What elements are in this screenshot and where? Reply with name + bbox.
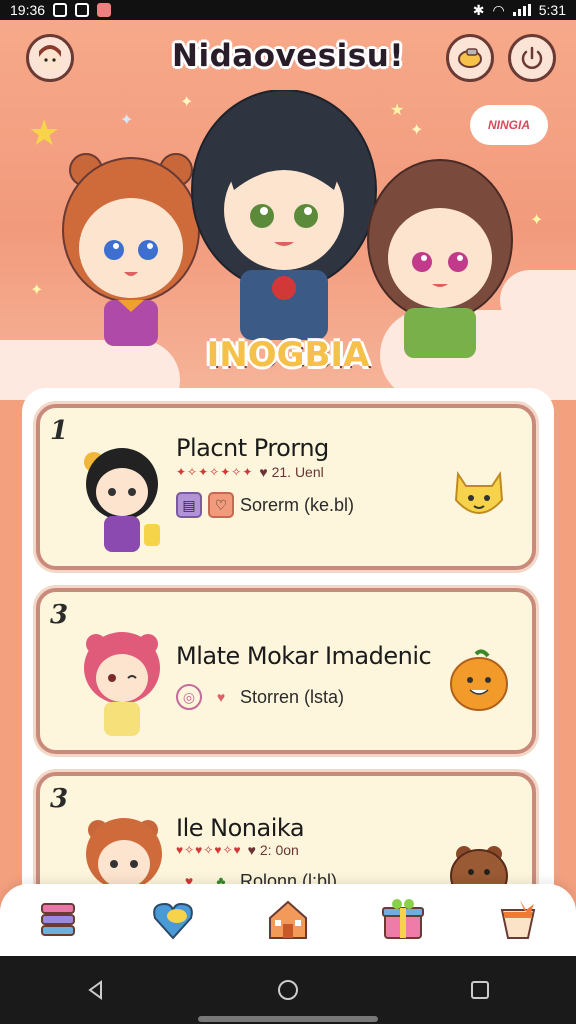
power-icon	[521, 46, 543, 69]
group-name: INOGBIA	[206, 335, 370, 375]
star-icon: ✦	[530, 212, 544, 229]
nav-gift-button[interactable]	[378, 895, 428, 945]
signal-icon	[512, 4, 531, 16]
header-scene: ★ ✦ ✦ ★ ✦ ✦ ✦ Nidaovesisu! NINGIA INOGBI…	[0, 20, 576, 400]
nav-home-button[interactable]	[263, 895, 313, 945]
notification-icon-3	[97, 3, 112, 17]
coin-icon	[458, 48, 482, 68]
item-title: Placnt Prorng	[176, 434, 329, 462]
nav-stack-button[interactable]	[33, 895, 83, 945]
ring-icon: ◎	[176, 684, 202, 710]
item-subline: ♥✧♥✧♥✧♥ ♥ 2: 0on	[176, 842, 299, 858]
bottom-nav	[0, 884, 576, 956]
cat-mascot-icon	[454, 471, 504, 514]
back-icon[interactable]	[84, 978, 108, 1002]
profile-avatar-button[interactable]	[26, 34, 74, 82]
item-title: Ile Nonaika	[176, 814, 305, 842]
item-tag-text: Sorerm (ke.bl)	[240, 494, 355, 515]
bluetooth-icon: ✱	[472, 1, 485, 18]
battery-text: 5:31	[538, 2, 566, 18]
power-button[interactable]	[508, 34, 556, 82]
gift-icon	[382, 899, 425, 939]
avatar-icon	[39, 45, 61, 70]
cup-icon	[501, 900, 536, 939]
star-icon: ✦	[410, 122, 424, 139]
nav-cup-button[interactable]	[493, 895, 543, 945]
star-icon: ✦	[120, 112, 134, 129]
rating-stars: ♥✧♥✧♥✧♥	[176, 843, 242, 857]
app-title: Nidaovesisu!	[172, 38, 404, 74]
orange-mascot-icon	[450, 649, 508, 711]
rating-stars: ✦✧✦✧✦✧✦	[176, 465, 254, 479]
item-tags: ◎ ♥ Storren (lsta)	[176, 684, 344, 710]
status-bar: 19:36 ✱ ◠ 5:31	[0, 0, 576, 20]
speech-bubble: NINGIA	[470, 105, 548, 145]
star-icon: ✦	[30, 282, 44, 299]
nav-heart-button[interactable]	[148, 895, 198, 945]
book-icon: ▤	[176, 492, 202, 518]
character-avatar	[84, 448, 160, 552]
notification-icon	[53, 3, 68, 17]
item-subline: ✦✧✦✧✦✧✦ ♥ 21. Uenl	[176, 464, 324, 480]
heart-icon: ♡	[208, 492, 234, 518]
notification-icon-2	[75, 3, 90, 17]
list-item[interactable]: 3 Mlate Mokar Imadenic ◎ ♥ Storren (lsta…	[36, 588, 536, 754]
stack-icon	[40, 903, 75, 936]
item-subline-text: ♥ 2: 0on	[247, 842, 299, 858]
heart-icon	[152, 902, 193, 940]
star-icon: ★	[390, 102, 405, 119]
character-avatar	[84, 632, 160, 736]
gesture-bar	[198, 1016, 378, 1022]
item-tags: ▤ ♡ Sorerm (ke.bl)	[176, 492, 354, 518]
item-title: Mlate Mokar Imadenic	[176, 642, 432, 670]
paw-icon: ♥	[216, 689, 226, 705]
wifi-icon: ◠	[492, 1, 505, 18]
coin-button[interactable]	[446, 34, 494, 82]
recents-icon[interactable]	[468, 978, 492, 1002]
house-icon	[268, 900, 307, 939]
status-time: 19:36	[10, 2, 46, 18]
character-right-illustration	[367, 159, 513, 358]
item-subline-text: ♥ 21. Uenl	[259, 464, 324, 480]
home-icon[interactable]	[276, 978, 300, 1002]
item-tag-text: Storren (lsta)	[240, 686, 345, 707]
system-nav-bar	[0, 956, 576, 1024]
character-center-illustration	[191, 90, 377, 340]
list-item[interactable]: 1 Placnt Prorng ✦✧✦✧✦✧✦ ♥ 21. Uenl ▤ ♡ S…	[36, 404, 536, 570]
